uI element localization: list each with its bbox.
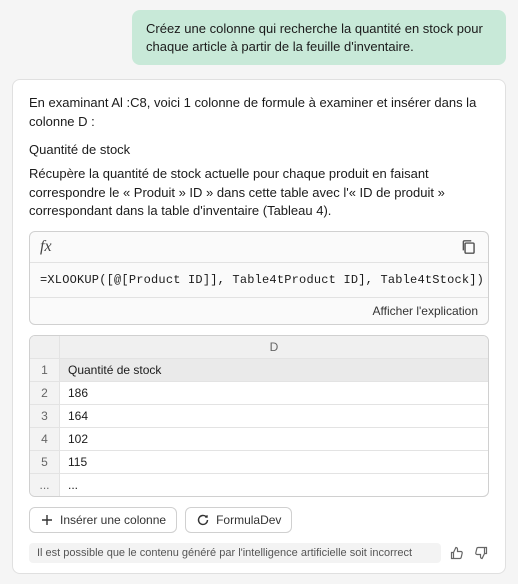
insert-column-button[interactable]: Insérer une colonne — [29, 507, 177, 533]
cell: 164 — [60, 405, 488, 427]
table-row: 2 186 — [30, 382, 488, 405]
refresh-icon — [196, 513, 210, 527]
ai-disclaimer: Il est possible que le contenu généré pa… — [29, 543, 441, 563]
explain-bar: Afficher l'explication — [30, 297, 488, 324]
cell: 115 — [60, 451, 488, 473]
fx-label: fx — [40, 238, 52, 256]
thumbs-up-icon[interactable] — [449, 545, 465, 561]
table-column-header-row: D — [30, 336, 488, 359]
table-corner — [30, 336, 60, 358]
response-intro: En examinant Al :C8, voici 1 colonne de … — [29, 94, 489, 132]
response-description: Récupère la quantité de stock actuelle p… — [29, 165, 489, 222]
plus-icon — [40, 513, 54, 527]
user-message-text: Créez une colonne qui recherche la quant… — [146, 21, 483, 54]
footer-row: Il est possible que le contenu généré pa… — [29, 543, 489, 563]
column-letter: D — [60, 336, 488, 358]
show-explanation-link[interactable]: Afficher l'explication — [373, 304, 478, 318]
formula-dev-label: FormulaDev — [216, 513, 281, 527]
cell: 186 — [60, 382, 488, 404]
thumbs-down-icon[interactable] — [473, 545, 489, 561]
row-number: ... — [30, 474, 60, 496]
table-row: 5 115 — [30, 451, 488, 474]
chat-panel: Créez une colonne qui recherche la quant… — [0, 0, 518, 584]
table-row: 1 Quantité de stock — [30, 359, 488, 382]
row-number: 3 — [30, 405, 60, 427]
formula-text[interactable]: =XLOOKUP([@[Product ID]], Table4tProduct… — [30, 263, 488, 297]
assistant-response-card: En examinant Al :C8, voici 1 colonne de … — [12, 79, 506, 574]
formula-header: fx — [30, 232, 488, 263]
cell: Quantité de stock — [60, 359, 488, 381]
row-number: 5 — [30, 451, 60, 473]
formula-dev-button[interactable]: FormulaDev — [185, 507, 292, 533]
table-row: 3 164 — [30, 405, 488, 428]
action-bar: Insérer une colonne FormulaDev — [29, 507, 489, 533]
insert-column-label: Insérer une colonne — [60, 513, 166, 527]
cell: ... — [60, 474, 488, 496]
row-number: 2 — [30, 382, 60, 404]
copy-icon[interactable] — [460, 238, 478, 256]
cell: 102 — [60, 428, 488, 450]
table-row: ... ... — [30, 474, 488, 496]
formula-box: fx =XLOOKUP([@[Product ID]], Table4tProd… — [29, 231, 489, 325]
row-number: 1 — [30, 359, 60, 381]
preview-table: D 1 Quantité de stock 2 186 3 164 4 102 … — [29, 335, 489, 497]
table-row: 4 102 — [30, 428, 488, 451]
response-heading: Quantité de stock — [29, 142, 489, 157]
row-number: 4 — [30, 428, 60, 450]
feedback-buttons — [449, 545, 489, 561]
user-message-bubble: Créez une colonne qui recherche la quant… — [132, 10, 506, 65]
